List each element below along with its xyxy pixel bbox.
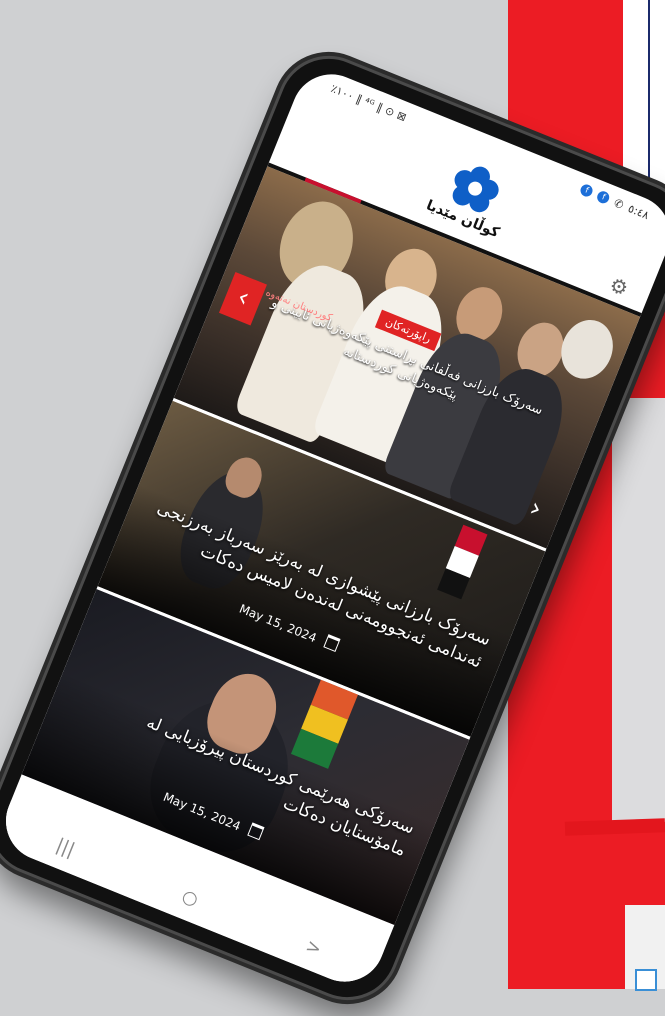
flag-image: [437, 524, 488, 600]
home-button[interactable]: ○: [179, 885, 201, 910]
facebook-icon: f: [595, 189, 612, 206]
phone-call-icon: ✆: [612, 195, 626, 212]
background-white-strip: [625, 905, 665, 991]
messenger-icon: f: [579, 182, 595, 199]
background-grey-panel: [612, 398, 665, 822]
recent-apps-button[interactable]: |||: [53, 834, 78, 860]
clock-text: ٥:٤٨: [626, 201, 652, 222]
back-button[interactable]: >: [303, 935, 325, 960]
settings-gear-icon[interactable]: ⚙: [606, 272, 632, 301]
background-corner-box: [635, 969, 657, 991]
flag-image: [291, 679, 359, 769]
